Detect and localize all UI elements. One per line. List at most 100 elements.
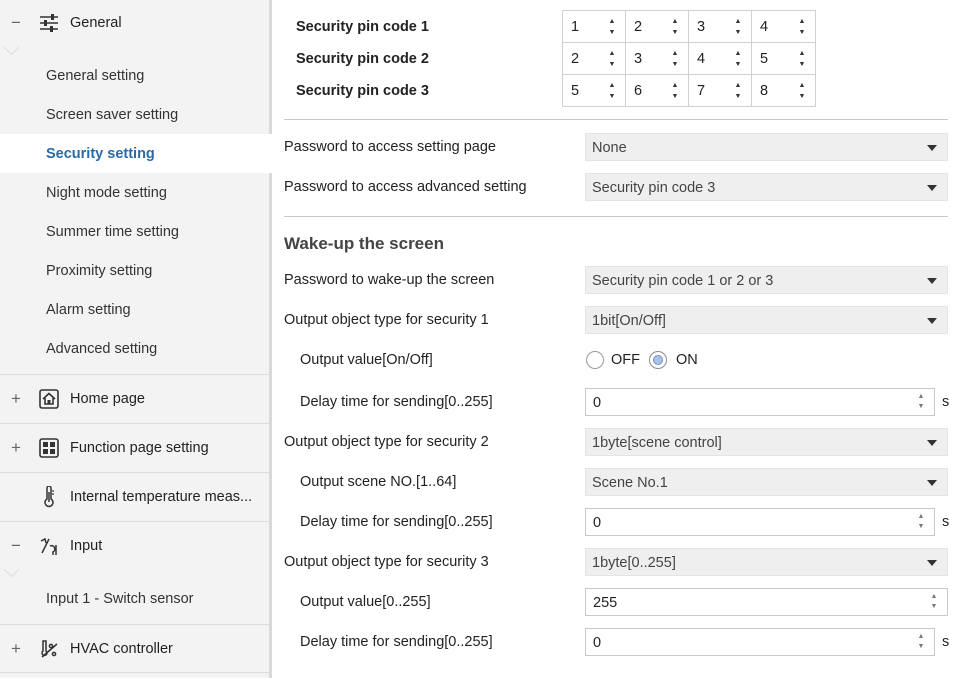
- pwd-advanced-dropdown[interactable]: Security pin code 3: [585, 173, 948, 201]
- sidebar-group-input[interactable]: − Input: [0, 521, 269, 578]
- sidebar-group-label: Internal temperature meas...: [70, 488, 253, 505]
- sidebar-group-home-page[interactable]: + Home page: [0, 374, 269, 422]
- spin-arrows-icon[interactable]: ▲ ▼: [734, 80, 742, 102]
- spin-arrows-icon[interactable]: ▲ ▼: [930, 592, 938, 612]
- dropdown-value: 1bit[On/Off]: [592, 313, 666, 329]
- pin-digit-stepper[interactable]: 3 ▲ ▼: [689, 11, 752, 43]
- sidebar-item-proximity-setting[interactable]: Proximity setting: [0, 251, 269, 290]
- pin-digit-stepper[interactable]: 2 ▲ ▼: [626, 11, 689, 43]
- input-value[interactable]: 0: [593, 515, 601, 531]
- sidebar-group-function-page-setting[interactable]: + Function page setting: [0, 423, 269, 471]
- chevron-down-icon: [927, 145, 937, 151]
- pin-digit-stepper[interactable]: 5 ▲ ▼: [563, 75, 626, 107]
- pin-digit-value[interactable]: 2: [634, 19, 642, 35]
- spin-arrows-icon[interactable]: ▲ ▼: [798, 80, 806, 102]
- sec1-delay-input[interactable]: 0 ▲ ▼: [585, 388, 935, 416]
- sidebar-item-general-setting[interactable]: General setting: [0, 56, 269, 95]
- sec3-delay-label: Delay time for sending[0..255]: [300, 634, 493, 650]
- sidebar-group-internal-temperature[interactable]: Internal temperature meas...: [0, 472, 269, 520]
- pin-digit-value[interactable]: 3: [697, 19, 705, 35]
- sec2-type-dropdown[interactable]: 1byte[scene control]: [585, 428, 948, 456]
- spin-arrows-icon[interactable]: ▲ ▼: [917, 632, 925, 652]
- pin-digit-value[interactable]: 7: [697, 83, 705, 99]
- grid-icon: [38, 437, 60, 459]
- sidebar-item-security-setting[interactable]: Security setting: [0, 134, 272, 173]
- input-value[interactable]: 0: [593, 395, 601, 411]
- dropdown-value: Security pin code 1 or 2 or 3: [592, 273, 774, 289]
- sec1-value-label: Output value[On/Off]: [300, 352, 433, 368]
- sec3-type-dropdown[interactable]: 1byte[0..255]: [585, 548, 948, 576]
- spin-arrows-icon[interactable]: ▲ ▼: [671, 48, 679, 70]
- pin-digit-stepper[interactable]: 4 ▲ ▼: [752, 11, 815, 43]
- input-value[interactable]: 0: [593, 635, 601, 651]
- sidebar-item-night-mode-setting[interactable]: Night mode setting: [0, 173, 269, 212]
- spin-arrows-icon[interactable]: ▲ ▼: [734, 48, 742, 70]
- pwd-wake-dropdown[interactable]: Security pin code 1 or 2 or 3: [585, 266, 948, 294]
- pin-digit-stepper[interactable]: 7 ▲ ▼: [689, 75, 752, 107]
- sidebar-item-summer-time-setting[interactable]: Summer time setting: [0, 212, 269, 251]
- expand-icon[interactable]: +: [9, 438, 23, 458]
- expand-icon[interactable]: +: [9, 639, 23, 659]
- pwd-setting-page-dropdown[interactable]: None: [585, 133, 948, 161]
- sidebar-group-hvac-controller[interactable]: + HVAC controller: [0, 624, 269, 672]
- unit-seconds: s: [942, 634, 950, 650]
- dropdown-value: 1byte[scene control]: [592, 435, 722, 451]
- spin-arrows-icon[interactable]: ▲ ▼: [608, 80, 616, 102]
- spin-arrows-icon[interactable]: ▲ ▼: [798, 16, 806, 38]
- sec2-type-label: Output object type for security 2: [284, 434, 489, 450]
- input-value[interactable]: 255: [593, 595, 617, 611]
- pin-digit-stepper[interactable]: 6 ▲ ▼: [626, 75, 689, 107]
- expand-icon[interactable]: +: [9, 389, 23, 409]
- sidebar-group-label: Function page setting: [70, 439, 209, 456]
- pin-digit-value[interactable]: 4: [760, 19, 768, 35]
- pin-digit-stepper[interactable]: 3 ▲ ▼: [626, 43, 689, 75]
- sec3-delay-input[interactable]: 0 ▲ ▼: [585, 628, 935, 656]
- radio-off[interactable]: [586, 351, 604, 369]
- pin-digit-stepper[interactable]: 5 ▲ ▼: [752, 43, 815, 75]
- spin-arrows-icon[interactable]: ▲ ▼: [798, 48, 806, 70]
- pwd-advanced-label: Password to access advanced setting: [284, 179, 527, 195]
- sec3-value-input[interactable]: 255 ▲ ▼: [585, 588, 948, 616]
- spin-arrows-icon[interactable]: ▲ ▼: [917, 392, 925, 412]
- spin-arrows-icon[interactable]: ▲ ▼: [608, 48, 616, 70]
- collapse-icon[interactable]: −: [9, 536, 23, 556]
- sec2-delay-input[interactable]: 0 ▲ ▼: [585, 508, 935, 536]
- pin-digit-value[interactable]: 5: [571, 83, 579, 99]
- collapse-icon[interactable]: −: [9, 13, 23, 33]
- pin-digit-value[interactable]: 4: [697, 51, 705, 67]
- pin-digit-value[interactable]: 5: [760, 51, 768, 67]
- pin-digit-stepper[interactable]: 2 ▲ ▼: [563, 43, 626, 75]
- sidebar-item-advanced-setting[interactable]: Advanced setting: [0, 329, 269, 368]
- pin-digit-value[interactable]: 1: [571, 19, 579, 35]
- thermometer-icon: [38, 485, 60, 508]
- sec1-type-dropdown[interactable]: 1bit[On/Off]: [585, 306, 948, 334]
- spin-arrows-icon[interactable]: ▲ ▼: [671, 80, 679, 102]
- pin-digit-value[interactable]: 3: [634, 51, 642, 67]
- sec2-scene-dropdown[interactable]: Scene No.1: [585, 468, 948, 496]
- pin-digit-stepper[interactable]: 1 ▲ ▼: [563, 11, 626, 43]
- chevron-down-icon: [927, 560, 937, 566]
- unit-seconds: s: [942, 394, 950, 410]
- pin-code-3-label: Security pin code 3: [296, 83, 429, 99]
- spin-arrows-icon[interactable]: ▲ ▼: [608, 16, 616, 38]
- sidebar-divider: [0, 672, 269, 678]
- radio-on[interactable]: [649, 351, 667, 369]
- sidebar-item-screen-saver-setting[interactable]: Screen saver setting: [0, 95, 269, 134]
- pin-digit-stepper[interactable]: 8 ▲ ▼: [752, 75, 815, 107]
- sidebar-group-general[interactable]: − General: [0, 0, 269, 56]
- spin-arrows-icon[interactable]: ▲ ▼: [671, 16, 679, 38]
- spin-arrows-icon[interactable]: ▲ ▼: [917, 512, 925, 532]
- pin-digit-value[interactable]: 8: [760, 83, 768, 99]
- sidebar-item-alarm-setting[interactable]: Alarm setting: [0, 290, 269, 329]
- chevron-down-icon: [927, 278, 937, 284]
- group-notch: [3, 39, 20, 56]
- divider: [284, 119, 948, 120]
- pin-digit-value[interactable]: 6: [634, 83, 642, 99]
- pin-digit-value[interactable]: 2: [571, 51, 579, 67]
- sidebar-item-input-1-switch-sensor[interactable]: Input 1 - Switch sensor: [0, 579, 269, 618]
- hvac-icon: [38, 638, 60, 660]
- spin-arrows-icon[interactable]: ▲ ▼: [734, 16, 742, 38]
- radio-on-label[interactable]: ON: [676, 352, 698, 368]
- radio-off-label[interactable]: OFF: [611, 352, 640, 368]
- pin-digit-stepper[interactable]: 4 ▲ ▼: [689, 43, 752, 75]
